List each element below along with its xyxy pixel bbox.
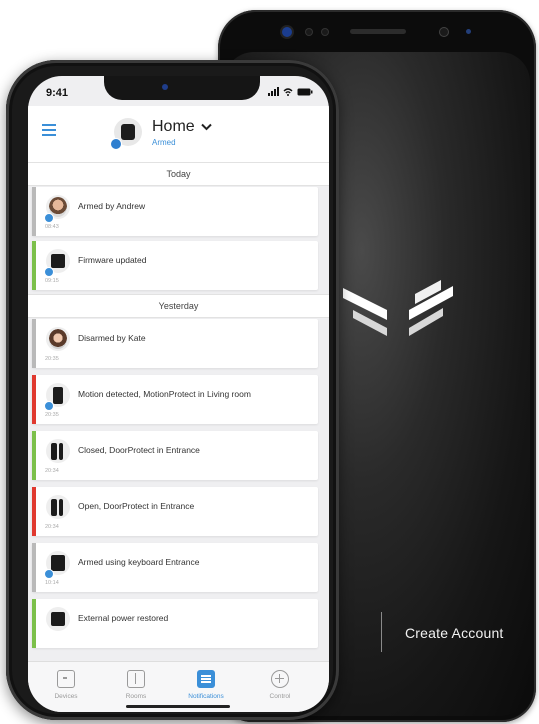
tab-label: Notifications (188, 693, 224, 700)
menu-icon[interactable] (42, 124, 56, 139)
tab-rooms[interactable]: Rooms (106, 670, 166, 700)
sensor-dot-icon (306, 29, 312, 35)
signal-icon (268, 87, 279, 96)
list-item[interactable]: Firmware updated 09:15 (32, 241, 318, 290)
notifications-icon (197, 670, 215, 688)
event-stripe (32, 543, 36, 592)
hub-state: Armed (152, 138, 176, 147)
front-camera-icon (282, 27, 292, 37)
app-screen: 9:41 Home Armed Today Armed by Andrew 08… (28, 76, 329, 712)
tab-bar: Devices Rooms Notifications Control (28, 661, 329, 712)
home-indicator[interactable] (126, 705, 230, 708)
front-phone: 9:41 Home Armed Today Armed by Andrew 08… (6, 60, 339, 720)
event-time: 08:43 (45, 224, 59, 230)
event-stripe (32, 375, 36, 424)
sensor-dot-icon (322, 29, 328, 35)
hub-name: Home (152, 118, 195, 135)
event-time: 10:14 (45, 580, 59, 586)
event-time: 20:34 (45, 524, 59, 530)
hub-selector[interactable]: Home (152, 118, 212, 136)
hub-status-badge-icon (110, 138, 122, 150)
device-badge-icon (44, 401, 54, 411)
event-time: 09:15 (45, 278, 59, 284)
event-message: Motion detected, MotionProtect in Living… (78, 389, 251, 399)
tab-label: Control (269, 693, 291, 700)
list-item[interactable]: Disarmed by Kate 20:35 (32, 319, 318, 368)
battery-icon (297, 88, 313, 95)
list-item[interactable]: Armed using keyboard Entrance 10:14 (32, 543, 318, 592)
event-stripe (32, 431, 36, 480)
list-item[interactable]: External power restored (32, 599, 318, 648)
tab-label: Rooms (125, 693, 147, 700)
app-header: Home Armed (28, 106, 329, 162)
event-message: Closed, DoorProtect in Entrance (78, 445, 200, 455)
event-message: Armed by Andrew (78, 201, 146, 211)
list-item[interactable]: Closed, DoorProtect in Entrance 20:34 (32, 431, 318, 480)
user-avatar-kate (46, 327, 70, 351)
iris-scanner-icon (440, 28, 448, 36)
update-badge-icon (44, 267, 54, 277)
list-item[interactable]: Armed by Andrew 08:43 (32, 187, 318, 236)
hub-device-icon (46, 607, 70, 631)
event-time: 20:35 (45, 356, 59, 362)
event-message: Firmware updated (78, 255, 147, 265)
event-stripe (32, 319, 36, 368)
event-stripe (32, 241, 36, 290)
event-stripe (32, 187, 36, 236)
section-header-today: Today (28, 162, 329, 186)
notch-camera-icon (162, 84, 168, 90)
event-message: Armed using keyboard Entrance (78, 557, 200, 567)
status-time: 9:41 (46, 87, 69, 99)
event-message: Disarmed by Kate (78, 333, 146, 343)
list-item[interactable]: Motion detected, MotionProtect in Living… (32, 375, 318, 424)
brand-logo-icon (343, 280, 453, 336)
devices-icon (57, 670, 75, 688)
event-stripe (32, 599, 36, 648)
event-time: 20:34 (45, 468, 59, 474)
list-item[interactable]: Open, DoorProtect in Entrance 20:34 (32, 487, 318, 536)
status-icons (268, 87, 313, 96)
sensor-dot-icon (466, 29, 471, 34)
phone-notch (104, 76, 260, 100)
tab-devices[interactable]: Devices (36, 670, 96, 700)
chevron-down-icon (200, 123, 212, 131)
tab-label: Devices (54, 693, 78, 700)
earpiece-speaker (350, 29, 406, 34)
event-stripe (32, 487, 36, 536)
create-account-button[interactable]: Create Account (405, 625, 504, 641)
section-header-yesterday: Yesterday (28, 294, 329, 318)
tab-notifications[interactable]: Notifications (176, 670, 236, 700)
rooms-icon (127, 670, 145, 688)
armed-badge-icon (44, 213, 54, 223)
armed-badge-icon (44, 569, 54, 579)
door-sensor-icon (46, 439, 70, 463)
control-icon (271, 670, 289, 688)
door-sensor-icon (46, 495, 70, 519)
event-message: Open, DoorProtect in Entrance (78, 501, 195, 511)
cta-divider (381, 612, 382, 652)
tab-control[interactable]: Control (250, 670, 310, 700)
wifi-icon (283, 87, 293, 96)
event-time: 20:35 (45, 412, 59, 418)
back-phone-topbar (218, 24, 536, 44)
event-message: External power restored (78, 613, 169, 623)
